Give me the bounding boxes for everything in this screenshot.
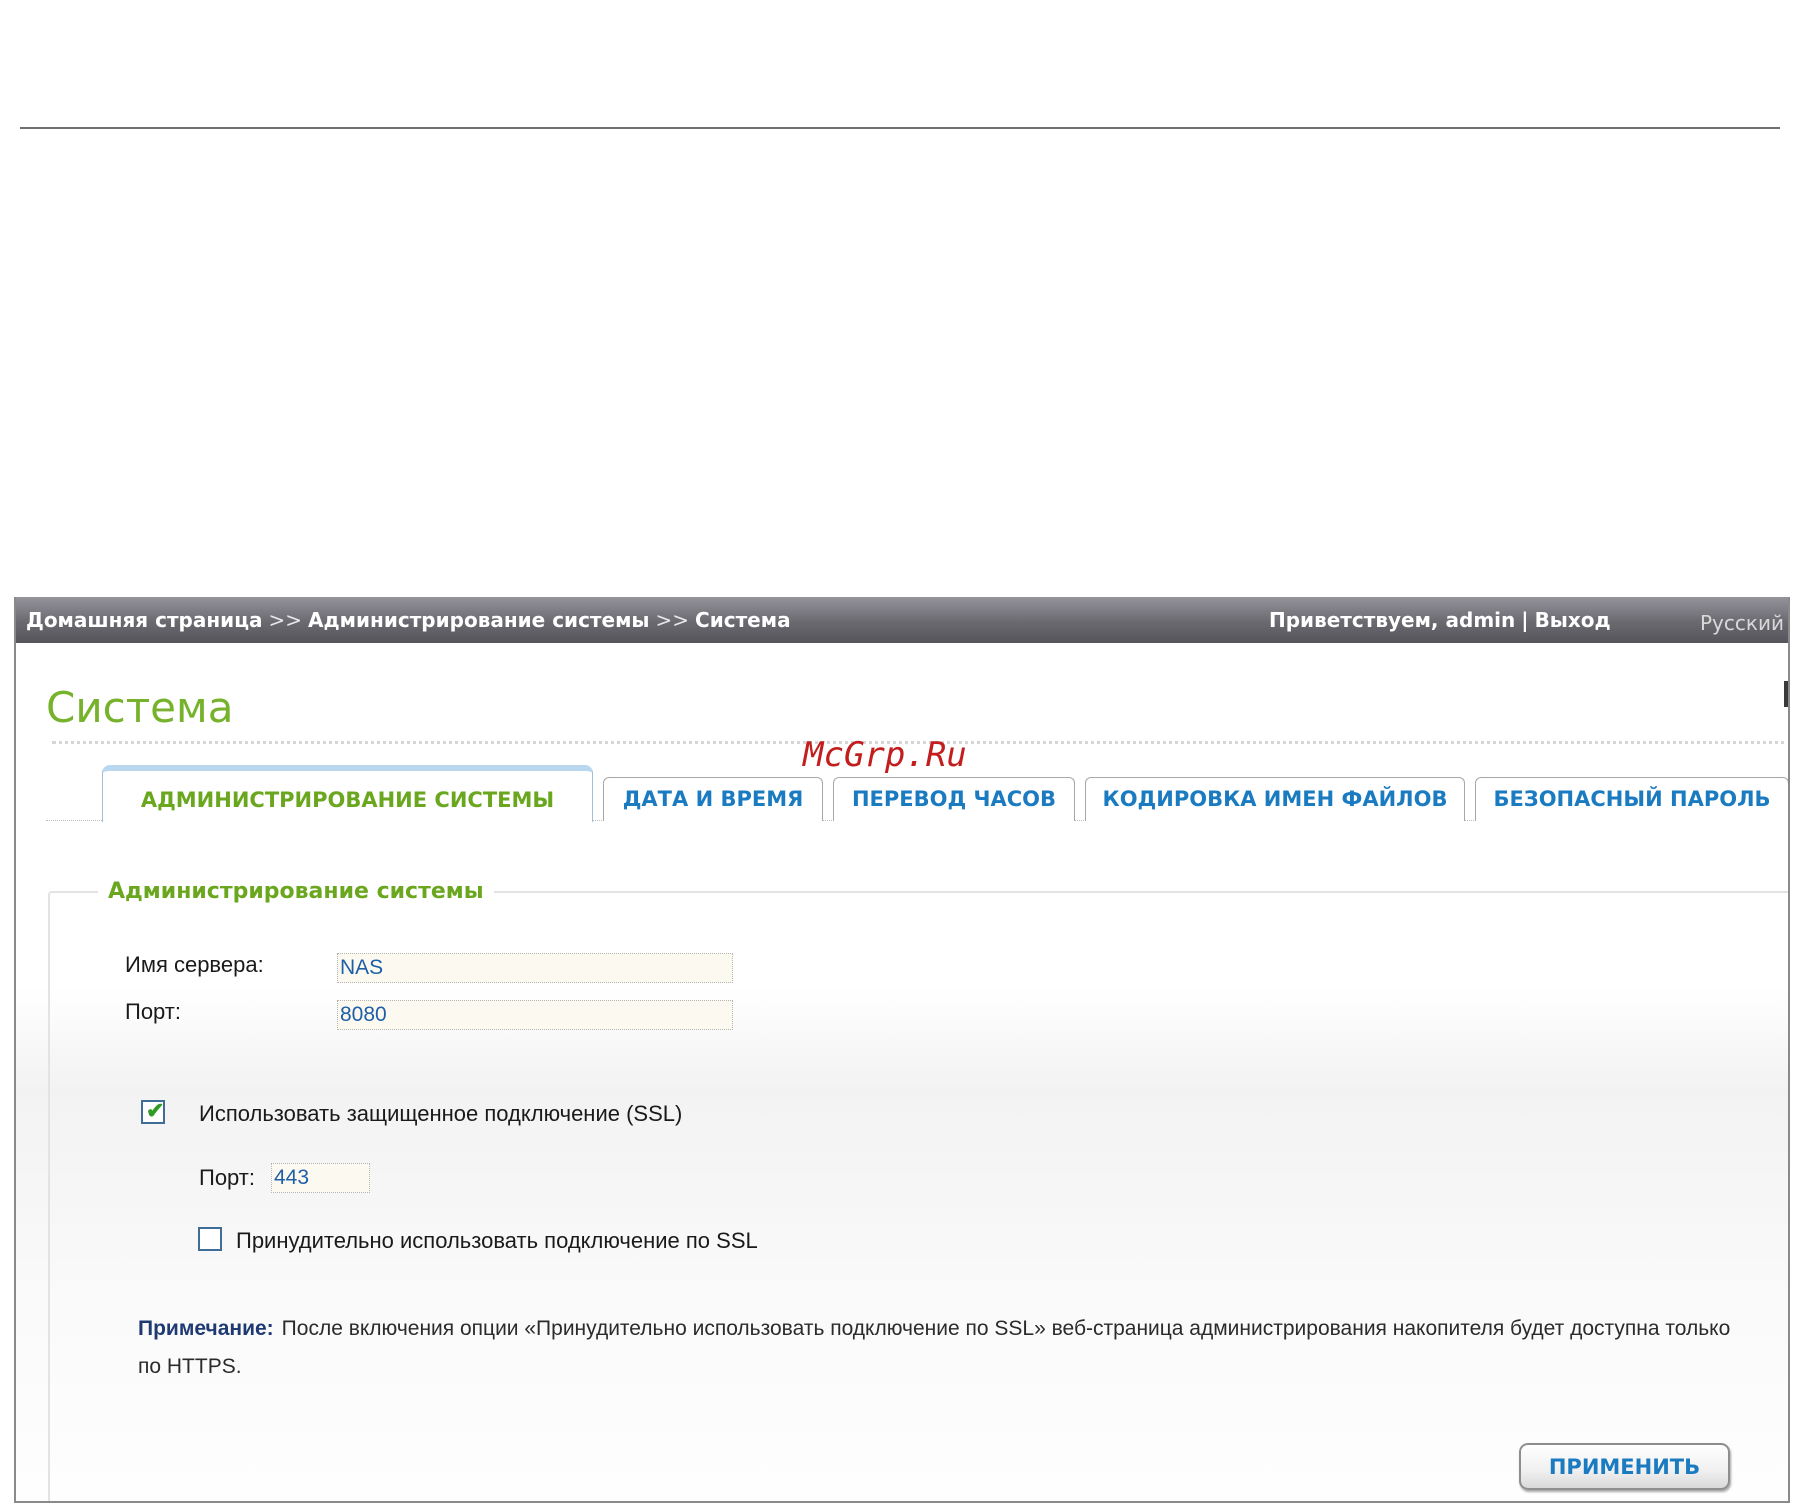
port-input[interactable] (337, 1000, 733, 1030)
force-ssl-label: Принудительно использовать подключение п… (236, 1228, 758, 1253)
ssl-port-input[interactable] (271, 1163, 370, 1193)
top-bar: Домашняя страница >> Администрирование сис… (16, 597, 1788, 643)
system-administration-section: Администрирование системы (48, 879, 1788, 1501)
note-text: После включения опции «Принудительно исп… (138, 1317, 1731, 1378)
note: Примечание: После включения опции «Принуд… (138, 1310, 1758, 1386)
server-name-input[interactable] (337, 953, 733, 983)
breadcrumb: Домашняя страница >> Администрирование сис… (26, 608, 791, 632)
tab-date-time[interactable]: ДАТА И ВРЕМЯ (603, 777, 823, 821)
ssl-checkbox[interactable]: ✔ (141, 1098, 165, 1124)
port-label: Порт: (125, 999, 181, 1024)
section-legend: Администрирование системы (98, 879, 494, 904)
username: admin (1445, 608, 1516, 632)
logout-link[interactable]: Выход (1535, 608, 1611, 632)
tab-secure-password[interactable]: БЕЗОПАСНЫЙ ПАРОЛЬ (1475, 777, 1788, 821)
greeting-text: Приветствуем, (1269, 608, 1439, 632)
user-greeting: Приветствуем, admin | Выход (1269, 608, 1611, 632)
language-selector[interactable]: Русский (1700, 611, 1784, 635)
server-name-label: Имя сервера: (125, 952, 264, 977)
breadcrumb-admin[interactable]: Администрирование системы (308, 608, 649, 632)
ssl-port-label: Порт: (199, 1165, 255, 1190)
top-divider (20, 127, 1780, 129)
page-title: Система (46, 683, 234, 732)
watermark-text: McGrp.Ru (803, 735, 967, 775)
breadcrumb-current: Система (695, 608, 791, 632)
tab-filename-encoding[interactable]: КОДИРОВКА ИМЕН ФАЙЛОВ (1085, 777, 1465, 821)
tab-system-administration[interactable]: АДМИНИСТРИРОВАНИЕ СИСТЕМЫ (102, 765, 593, 822)
breadcrumb-home[interactable]: Домашняя страница (26, 608, 263, 632)
tab-daylight-saving[interactable]: ПЕРЕВОД ЧАСОВ (833, 777, 1075, 821)
nas-admin-window: Домашняя страница >> Администрирование сис… (14, 597, 1790, 1503)
scrollbar-thumb[interactable] (1784, 681, 1788, 707)
greeting-divider: | (1521, 608, 1529, 632)
breadcrumb-separator: >> (268, 608, 303, 632)
breadcrumb-separator: >> (655, 608, 690, 632)
ssl-label: Использовать защищенное подключение (SSL… (199, 1101, 683, 1126)
force-ssl-checkbox[interactable] (198, 1227, 222, 1251)
checkmark-icon: ✔ (146, 1098, 165, 1123)
note-label: Примечание: (138, 1317, 274, 1340)
apply-button[interactable]: ПРИМЕНИТЬ (1519, 1443, 1730, 1490)
